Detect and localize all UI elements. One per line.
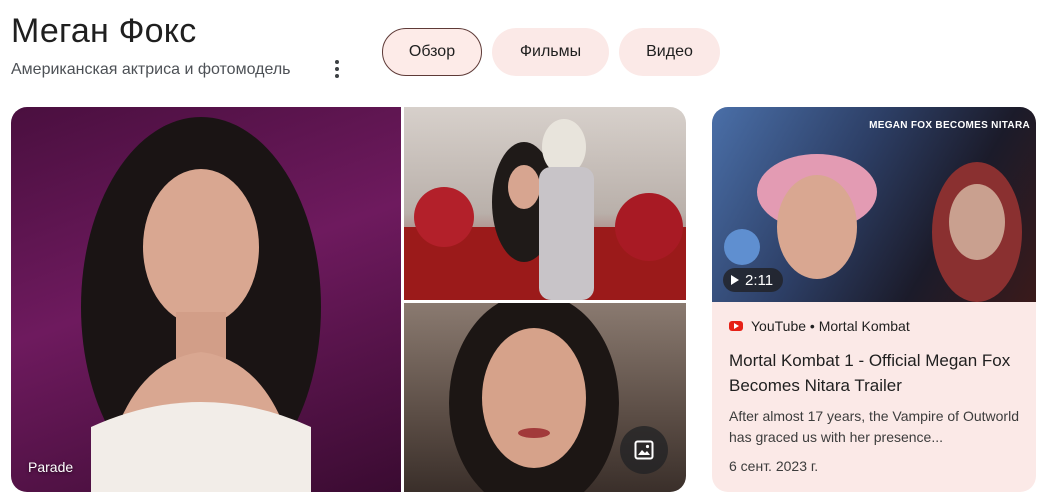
video-thumbnail[interactable]: MEGAN FOX BECOMES NITARA 2:11 [712,107,1036,302]
video-description: After almost 17 years, the Vampire of Ou… [729,408,1019,445]
video-card[interactable]: MEGAN FOX BECOMES NITARA 2:11 YouTube • … [712,107,1036,492]
duration-text: 2:11 [745,271,774,289]
tab-films[interactable]: Фильмы [492,28,609,76]
more-options-icon[interactable] [329,58,345,80]
red-carpet-illustration [404,119,686,300]
video-title[interactable]: Mortal Kombat 1 - Official Megan Fox Bec… [729,348,1025,398]
video-duration-badge: 2:11 [723,268,784,292]
portrait-illustration [81,117,321,492]
video-source: YouTube • Mortal Kombat [751,318,910,334]
tab-video[interactable]: Видео [619,28,720,76]
image-source-label: Parade [28,459,74,475]
youtube-icon [729,321,743,331]
video-source-row: YouTube • Mortal Kombat [729,318,1025,334]
closeup-image[interactable] [404,303,686,492]
play-icon [731,275,739,285]
red-carpet-image[interactable] [404,107,686,300]
entity-subtitle: Американская актриса и фотомодель [11,61,291,78]
main-portrait-image[interactable]: Parade [11,107,401,492]
page-title: Меган Фокс [11,12,197,50]
image-icon[interactable] [620,426,668,474]
video-date: 6 сент. 2023 г. [729,458,819,474]
thumbnail-caption: MEGAN FOX BECOMES NITARA [869,120,1030,131]
tab-overview[interactable]: Обзор [382,28,482,76]
